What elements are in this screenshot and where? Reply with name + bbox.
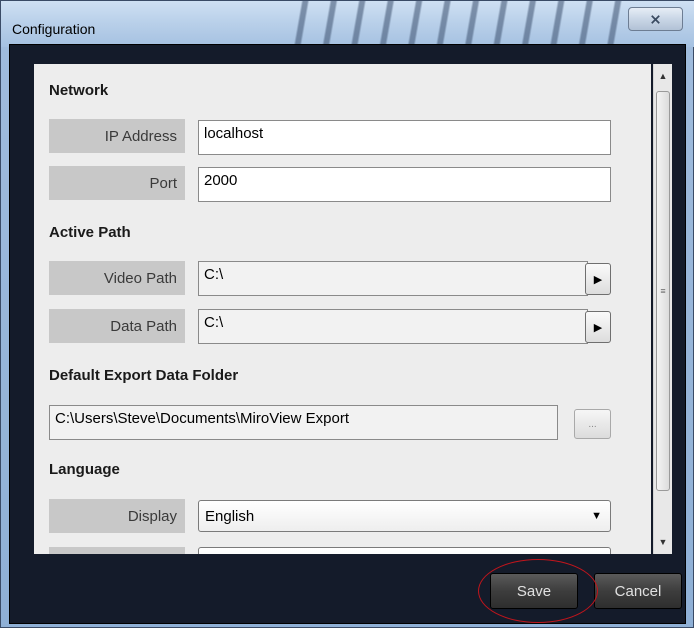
close-button[interactable]: ⨯ (628, 7, 683, 31)
ip-address-label: IP Address (49, 119, 185, 153)
data-path-label: Data Path (49, 309, 185, 343)
language-heading: Language (49, 461, 120, 478)
settings-panel: Network IP Address localhost Port 2000 A… (34, 64, 651, 554)
ip-address-input[interactable]: localhost (198, 120, 611, 155)
export-folder-input[interactable]: C:\Users\Steve\Documents\MiroView Export (49, 405, 558, 440)
scroll-down-icon[interactable]: ▼ (654, 532, 672, 552)
grip-icon: ≡ (660, 285, 666, 296)
cancel-button[interactable]: Cancel (594, 573, 682, 609)
port-label: Port (49, 166, 185, 200)
data-path-input[interactable]: C:\ (198, 309, 588, 344)
data-path-browse-button[interactable]: ▶ (585, 311, 611, 343)
export-folder-browse-button[interactable]: ... (574, 409, 611, 439)
video-path-label: Video Path (49, 261, 185, 295)
network-heading: Network (49, 82, 109, 99)
active-path-heading: Active Path (49, 224, 131, 241)
vertical-scrollbar[interactable]: ▲ ≡ ▼ (653, 64, 672, 554)
save-button[interactable]: Save (490, 573, 578, 609)
display-language-value: English (205, 508, 255, 525)
port-input[interactable]: 2000 (198, 167, 611, 202)
scroll-up-icon[interactable]: ▲ (654, 66, 672, 86)
display-language-select[interactable]: English ▼ (198, 500, 611, 532)
close-icon: ⨯ (649, 10, 662, 27)
video-path-browse-button[interactable]: ▶ (585, 263, 611, 295)
next-field-select[interactable] (198, 547, 611, 554)
chevron-down-icon: ▼ (591, 510, 602, 522)
display-language-label: Display (49, 499, 185, 533)
ellipsis-icon: ... (588, 418, 597, 430)
window-title: Configuration (12, 21, 96, 37)
export-folder-heading: Default Export Data Folder (49, 367, 239, 384)
configuration-window: Configuration ⨯ Network IP Address local… (0, 0, 694, 628)
title-bar[interactable]: Configuration ⨯ (1, 1, 694, 47)
scroll-thumb[interactable]: ≡ (656, 91, 670, 491)
play-arrow-icon: ▶ (593, 321, 603, 334)
play-arrow-icon: ▶ (593, 273, 603, 286)
next-field-label (49, 547, 185, 554)
video-path-input[interactable]: C:\ (198, 261, 588, 296)
